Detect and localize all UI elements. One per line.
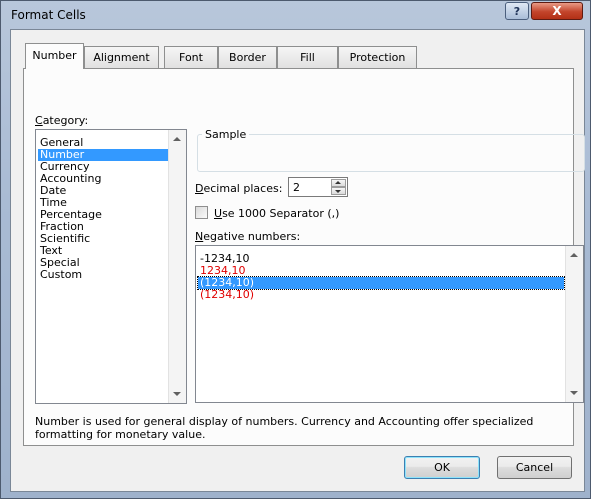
negative-label-accesskey: N: [195, 230, 204, 243]
thousand-separator-label[interactable]: Use 1000 Separator (,): [214, 207, 339, 220]
scroll-up-arrow-icon[interactable]: [570, 253, 578, 257]
number-tab-panel: Category: General Number Currency Accoun…: [23, 68, 585, 446]
separator-label-accesskey: U: [214, 207, 223, 220]
tab-font[interactable]: Font: [164, 46, 218, 68]
sample-group: [197, 134, 585, 172]
category-label: Category:: [35, 114, 88, 127]
decimal-label-text: ecimal places:: [203, 182, 283, 195]
spin-up-icon: [335, 181, 341, 184]
tab-border-label: Border: [229, 51, 266, 64]
tab-fill-label: Fill: [300, 51, 315, 64]
help-icon: ?: [513, 5, 521, 18]
dialog-body: Number Alignment Font Border Fill Protec…: [10, 29, 585, 492]
negative-format-item[interactable]: (1234,10): [198, 289, 564, 301]
separator-label-text: se 1000 Separator (,): [222, 207, 340, 220]
decimal-places-input[interactable]: [293, 181, 329, 194]
ok-button[interactable]: OK: [404, 456, 480, 479]
tab-number[interactable]: Number: [25, 43, 84, 69]
sample-label: Sample: [202, 128, 250, 141]
tab-number-label: Number: [32, 49, 77, 62]
tab-protection-label: Protection: [349, 51, 406, 64]
tab-protection[interactable]: Protection: [338, 46, 417, 68]
spin-down-button[interactable]: [331, 187, 346, 195]
close-button[interactable]: X: [531, 2, 583, 20]
negative-scrollbar[interactable]: [565, 246, 583, 402]
category-item-custom[interactable]: Custom: [38, 269, 170, 281]
category-label-text: ategory:: [42, 114, 89, 127]
category-list[interactable]: General Number Currency Accounting Date …: [35, 129, 187, 404]
negative-numbers-list[interactable]: -1234,10 1234,10 (1234,10) (1234,10): [195, 245, 584, 403]
decimal-spinner[interactable]: [331, 179, 346, 195]
thousand-separator-checkbox[interactable]: [195, 206, 208, 219]
negative-label-text: egative numbers:: [203, 230, 301, 243]
category-label-accesskey: C: [35, 114, 43, 127]
category-scrollbar[interactable]: [168, 130, 186, 403]
negative-numbers-label: Negative numbers:: [195, 230, 300, 243]
tab-font-label: Font: [179, 51, 203, 64]
tab-border[interactable]: Border: [218, 46, 277, 68]
tab-alignment[interactable]: Alignment: [84, 46, 159, 68]
help-button[interactable]: ?: [505, 2, 529, 20]
spin-up-button[interactable]: [331, 179, 346, 187]
negative-format-item[interactable]: -1234,10: [198, 253, 564, 265]
close-icon: X: [552, 4, 562, 18]
decimal-places-stepper[interactable]: [288, 177, 348, 197]
dialog-window: Format Cells ? X Number Alignment Font B…: [0, 0, 591, 499]
scroll-down-arrow-icon[interactable]: [173, 392, 181, 396]
decimal-places-label: Decimal places:: [195, 182, 282, 195]
scroll-down-arrow-icon[interactable]: [570, 391, 578, 395]
cancel-button[interactable]: Cancel: [497, 456, 572, 479]
tab-fill[interactable]: Fill: [277, 46, 338, 68]
category-description: Number is used for general display of nu…: [35, 415, 534, 441]
tab-alignment-label: Alignment: [93, 51, 150, 64]
dialog-title: Format Cells: [11, 8, 86, 22]
scroll-up-arrow-icon[interactable]: [173, 137, 181, 141]
spin-down-icon: [335, 190, 341, 193]
